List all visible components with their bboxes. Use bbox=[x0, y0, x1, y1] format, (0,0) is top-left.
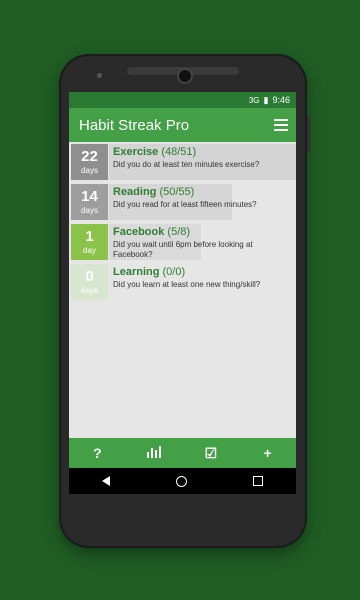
system-nav-bar bbox=[69, 468, 296, 494]
habit-row[interactable]: 0 days Learning (0/0) Did you learn at l… bbox=[69, 264, 296, 302]
habit-score: (0/0) bbox=[162, 266, 186, 278]
habit-score: (48/51) bbox=[161, 146, 197, 158]
habit-question: Did you learn at least one new thing/ski… bbox=[113, 280, 261, 289]
habit-name: Reading bbox=[113, 186, 157, 198]
streak-count: 22 bbox=[81, 147, 98, 165]
habit-name: Exercise bbox=[113, 146, 159, 158]
checkbox-icon[interactable]: ☑ bbox=[196, 445, 226, 462]
habit-row[interactable]: 1 day Facebook (5/8) Did you wait until … bbox=[69, 224, 296, 262]
bottom-action-bar: ? ☑ + bbox=[69, 438, 296, 468]
front-camera bbox=[177, 68, 193, 84]
menu-icon[interactable] bbox=[274, 119, 288, 131]
habit-name: Learning bbox=[113, 266, 160, 278]
streak-unit: day bbox=[83, 245, 96, 255]
streak-count: 14 bbox=[81, 187, 98, 205]
network-indicator: 3G bbox=[248, 95, 260, 105]
streak-count: 0 bbox=[85, 267, 94, 285]
habit-score: (50/55) bbox=[159, 186, 195, 198]
streak-unit: days bbox=[81, 205, 98, 215]
streak-count: 1 bbox=[85, 227, 94, 245]
app-title: Habit Streak Pro bbox=[79, 116, 190, 134]
app-screen: 3G ▮ 9:46 Habit Streak Pro 22 days Exerc… bbox=[69, 92, 296, 494]
battery-icon: ▮ bbox=[263, 94, 269, 105]
recents-icon[interactable] bbox=[253, 476, 263, 486]
streak-box[interactable]: 22 days bbox=[71, 144, 108, 180]
habit-list: 22 days Exercise (48/51) Did you do at l… bbox=[69, 142, 296, 302]
habit-question: Did you read for at least fifteen minute… bbox=[113, 200, 257, 209]
habit-question: Did you wait until 6pm before looking at… bbox=[113, 240, 253, 259]
habit-row[interactable]: 22 days Exercise (48/51) Did you do at l… bbox=[69, 144, 296, 182]
proximity-sensor bbox=[97, 73, 102, 78]
add-icon[interactable]: + bbox=[253, 445, 283, 461]
streak-box[interactable]: 0 days bbox=[71, 264, 108, 300]
habit-question: Did you do at least ten minutes exercise… bbox=[113, 160, 260, 169]
home-icon[interactable] bbox=[176, 475, 187, 487]
streak-unit: days bbox=[81, 285, 98, 295]
streak-box[interactable]: 1 day bbox=[71, 224, 108, 260]
back-icon[interactable] bbox=[102, 476, 110, 486]
status-bar: 3G ▮ 9:46 bbox=[69, 92, 296, 108]
app-bar: Habit Streak Pro bbox=[69, 108, 296, 142]
stats-icon[interactable] bbox=[139, 445, 169, 461]
help-icon[interactable]: ? bbox=[82, 445, 112, 461]
habit-name: Facebook bbox=[113, 226, 165, 238]
habit-row[interactable]: 14 days Reading (50/55) Did you read for… bbox=[69, 184, 296, 222]
habit-score: (5/8) bbox=[167, 226, 191, 238]
streak-unit: days bbox=[81, 165, 98, 175]
power-button bbox=[307, 116, 310, 152]
streak-box[interactable]: 14 days bbox=[71, 184, 108, 220]
status-time: 9:46 bbox=[272, 95, 290, 105]
